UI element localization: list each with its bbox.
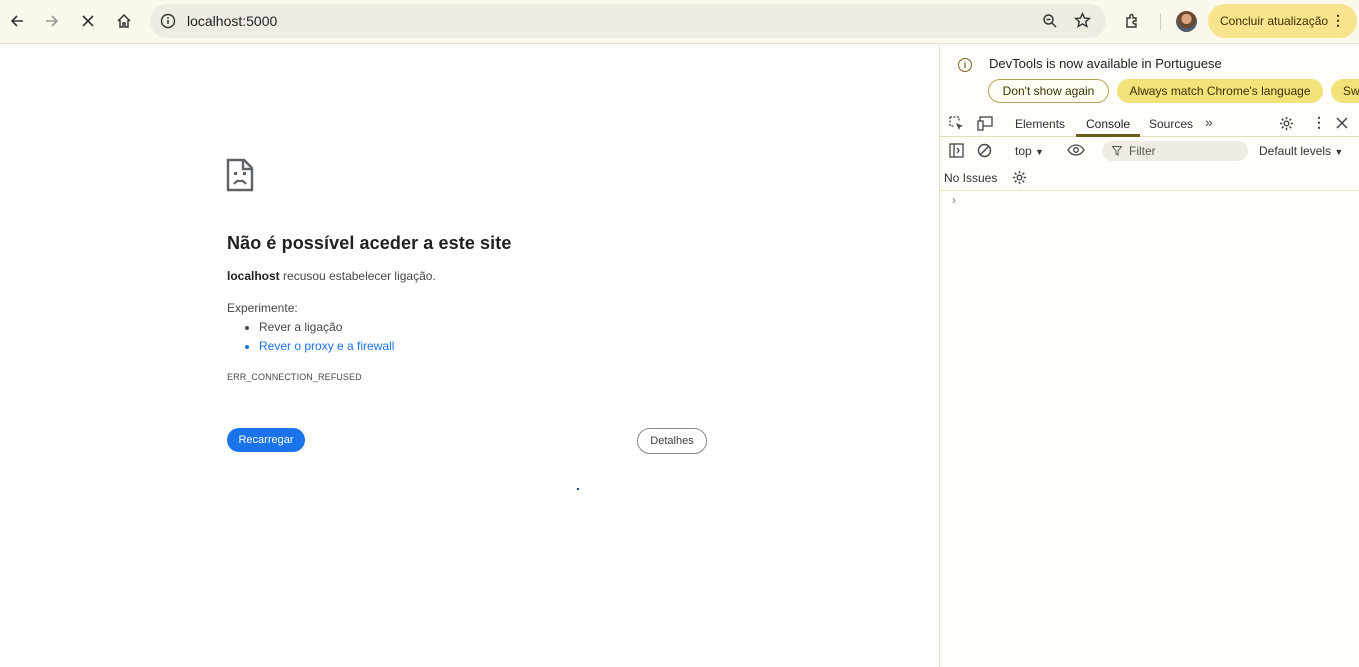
eye-icon[interactable] (1067, 143, 1085, 157)
language-infobar-text: DevTools is now available in Portuguese (989, 56, 1222, 71)
update-button[interactable]: Concluir atualização ⋮ (1208, 4, 1357, 38)
reload-button[interactable]: Recarregar (227, 428, 305, 452)
try-label: Experimente: (227, 301, 298, 315)
tab-elements[interactable]: Elements (1015, 117, 1065, 131)
suggestions-list: Rever a ligação Rever o proxy e a firewa… (245, 320, 394, 358)
error-message: recusou estabelecer ligação. (283, 269, 436, 283)
close-icon[interactable] (1336, 117, 1348, 129)
error-code: ERR_CONNECTION_REFUSED (227, 372, 362, 382)
active-tab-indicator (1076, 134, 1140, 137)
console-toolbar: top ▼ Filter Default levels ▼ (940, 138, 1359, 164)
issues-count: No Issues (944, 171, 998, 185)
toolbar-divider (1160, 13, 1161, 31)
arrow-right-icon (46, 15, 59, 27)
context-label: top (1015, 144, 1032, 158)
sad-document-icon (226, 158, 254, 192)
error-page: Não é possível aceder a este site localh… (0, 45, 939, 667)
issues-bar: No Issues (940, 165, 1359, 191)
sidebar-toggle-icon[interactable] (949, 143, 964, 158)
host-name: localhost (227, 269, 280, 283)
forward-button[interactable] (37, 6, 67, 36)
site-info-icon[interactable] (160, 13, 176, 29)
browser-toolbar: localhost:5000 Concluir atualização ⋮ (0, 0, 1359, 44)
match-language-button[interactable]: Always match Chrome's language (1117, 79, 1323, 103)
url-text: localhost:5000 (187, 13, 278, 29)
error-description: localhost recusou estabelecer ligação. (227, 269, 436, 283)
chevron-down-icon: ▼ (1334, 147, 1344, 157)
more-options-icon[interactable]: ⋮ (1312, 114, 1326, 131)
home-icon (117, 13, 131, 28)
cursor-dot (577, 488, 579, 490)
log-levels-label: Default levels (1259, 144, 1332, 158)
page-title: Não é possível aceder a este site (227, 233, 512, 253)
device-toolbar-icon[interactable] (977, 116, 993, 131)
tab-sources[interactable]: Sources (1149, 117, 1193, 131)
tab-console[interactable]: Console (1086, 117, 1130, 131)
more-tabs-icon[interactable]: » (1205, 114, 1213, 130)
star-icon[interactable] (1074, 12, 1091, 29)
dont-show-again-button[interactable]: Don't show again (988, 79, 1109, 103)
stop-button[interactable] (73, 6, 103, 36)
close-icon (82, 15, 94, 27)
suggestion-check-connection: Rever a ligação (259, 320, 394, 339)
arrow-left-icon (10, 15, 23, 27)
details-button[interactable]: Detalhes (637, 428, 707, 454)
info-icon: i (958, 58, 972, 72)
chevron-down-icon: ▼ (1035, 147, 1044, 157)
filter-placeholder: Filter (1129, 144, 1156, 158)
devtools-tab-bar: Elements Console Sources » ⋮ (940, 109, 1359, 137)
address-bar[interactable]: localhost:5000 (150, 4, 1106, 38)
filter-input[interactable]: Filter (1102, 141, 1248, 161)
zoom-icon[interactable] (1042, 13, 1058, 29)
update-label: Concluir atualização (1220, 14, 1329, 28)
settings-gear-icon[interactable] (1279, 116, 1294, 131)
home-button[interactable] (109, 6, 139, 36)
suggestion-proxy-firewall-link[interactable]: Rever o proxy e a firewall (259, 339, 394, 358)
console-prompt-chevron-icon[interactable]: › (952, 193, 956, 207)
log-levels-dropdown[interactable]: Default levels ▼ (1259, 144, 1343, 158)
menu-dots-icon: ⋮ (1331, 12, 1345, 28)
back-button[interactable] (2, 6, 32, 36)
settings-gear-icon[interactable] (1012, 170, 1027, 185)
avatar[interactable] (1176, 11, 1197, 32)
context-selector[interactable]: top ▼ (1015, 144, 1044, 158)
devtools-panel: i DevTools is now available in Portugues… (939, 45, 1359, 667)
inspect-element-icon[interactable] (949, 116, 964, 131)
clear-console-icon[interactable] (977, 143, 992, 158)
switch-language-button[interactable]: Swi (1331, 79, 1359, 103)
filter-icon (1112, 146, 1122, 156)
extensions-icon[interactable] (1124, 12, 1142, 30)
